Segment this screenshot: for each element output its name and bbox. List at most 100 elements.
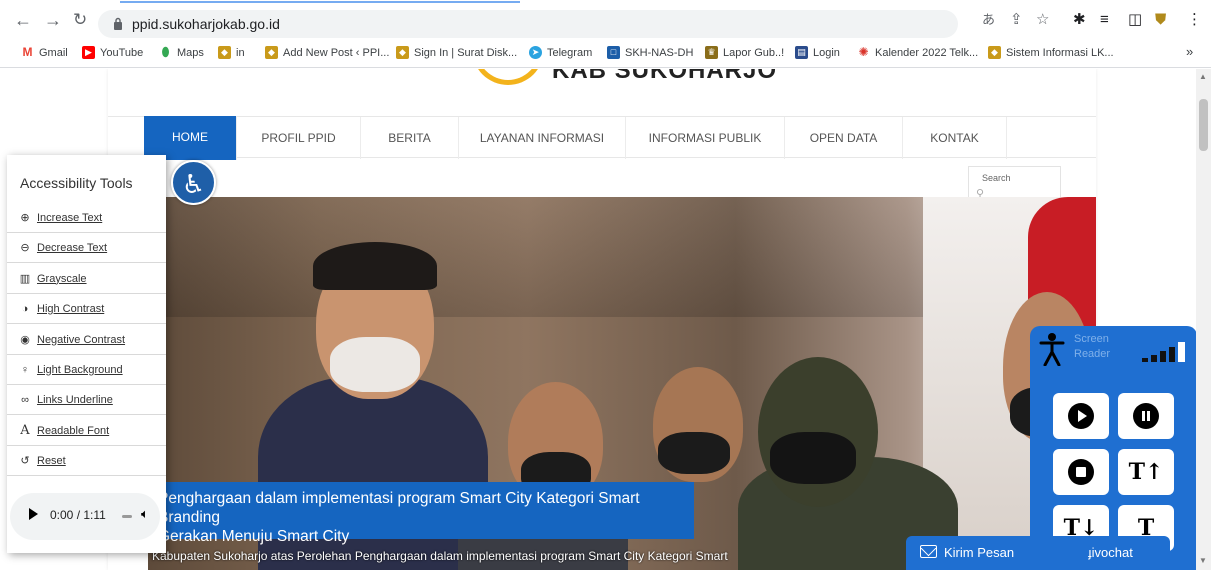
- gmail-icon: M: [21, 45, 34, 59]
- telegram-icon: ➤: [529, 46, 542, 59]
- bookmark-star-icon[interactable]: ☆: [1036, 12, 1049, 28]
- site-logo[interactable]: [472, 69, 544, 85]
- bookmark-telegram[interactable]: ➤ Telegram: [529, 46, 592, 59]
- hero-caption-line1: Penghargaan dalam implementasi program S…: [158, 490, 640, 526]
- bookmark-login[interactable]: ▤ Login: [795, 46, 840, 59]
- lapor-icon: ♛: [705, 46, 718, 59]
- a11y-reset[interactable]: ↺ Reset: [7, 446, 166, 476]
- scrollbar-thumb[interactable]: [1199, 99, 1208, 151]
- hero-caption-line2: Gerakan Menuju Smart City: [158, 528, 350, 545]
- forward-icon[interactable]: →: [44, 11, 62, 29]
- audio-time: 0:00 / 1:11: [50, 508, 106, 522]
- wheelchair-icon[interactable]: ♿︎: [171, 160, 216, 205]
- screen-reader-label: Screen Reader: [1074, 333, 1111, 360]
- menu-home[interactable]: HOME: [144, 116, 237, 160]
- hero-caption[interactable]: Penghargaan dalam implementasi program S…: [152, 482, 694, 545]
- profile-icon[interactable]: ⛊: [1155, 12, 1166, 28]
- scroll-down-icon[interactable]: ▼: [1199, 556, 1207, 565]
- extensions-icon[interactable]: ✱: [1073, 12, 1086, 28]
- share-icon[interactable]: ⇪: [1010, 12, 1023, 28]
- a11y-light-background[interactable]: ♀ Light Background: [7, 355, 166, 385]
- maps-icon: ⬮: [159, 46, 172, 59]
- bulb-icon: ♀: [20, 363, 30, 376]
- site-icon: ◆: [988, 46, 1001, 59]
- address-bar[interactable]: ppid.sukoharjokab.go.id: [98, 10, 958, 38]
- bookmark-youtube[interactable]: ▶ YouTube: [82, 46, 143, 59]
- accessibility-panel: Accessibility Tools ⊕ Increase Text ⊖ Decr…: [7, 155, 166, 553]
- page-viewport: KAB SUKOHARJO HOME PROFIL PPID BERITA LA…: [0, 69, 1196, 570]
- stop-icon: [1068, 459, 1094, 485]
- search-label: Search: [982, 173, 1011, 183]
- accessibility-title: Accessibility Tools: [20, 175, 133, 191]
- menu-berita[interactable]: BERITA: [361, 117, 459, 159]
- bookmark-sistem-informasi[interactable]: ◆ Sistem Informasi LK...: [988, 46, 1114, 59]
- sr-pause-button[interactable]: [1118, 393, 1174, 439]
- menu-profil-ppid[interactable]: PROFIL PPID: [237, 117, 361, 159]
- volume-icon[interactable]: 🔈︎: [141, 506, 149, 522]
- page-scrollbar[interactable]: ▲ ▼: [1196, 69, 1211, 570]
- bookmark-in[interactable]: ◆ in: [218, 46, 245, 59]
- back-icon[interactable]: ←: [14, 11, 32, 29]
- a11y-readable-font[interactable]: A Readable Font: [7, 416, 166, 446]
- sr-text-increase-button[interactable]: T↑: [1118, 449, 1174, 495]
- hero-subtitle: Kabupaten Sukoharjo atas Perolehan Pengh…: [152, 549, 728, 563]
- bookmark-kalender[interactable]: ✺ Kalender 2022 Telk...: [857, 46, 978, 59]
- menu-informasi-publik[interactable]: INFORMASI PUBLIK: [626, 117, 785, 159]
- bookmark-add-new-post[interactable]: ◆ Add New Post ‹ PPI...: [265, 46, 389, 59]
- menu-open-data[interactable]: OPEN DATA: [785, 117, 903, 159]
- tab-strip-edge: [120, 0, 520, 3]
- reset-icon: ↺: [20, 455, 30, 467]
- a11y-links-underline[interactable]: ∞ Links Underline: [7, 385, 166, 415]
- calendar-icon: ✺: [857, 45, 870, 59]
- bookmark-surat[interactable]: ◆ Sign In | Surat Disk...: [396, 46, 517, 59]
- a11y-high-contrast[interactable]: ◑ High Contrast: [7, 294, 166, 324]
- scroll-up-icon[interactable]: ▲: [1199, 72, 1207, 81]
- face-mask: [658, 432, 730, 474]
- main-menu: HOME PROFIL PPID BERITA LAYANAN INFORMAS…: [108, 116, 1096, 160]
- menu-icon[interactable]: ⋮: [1187, 12, 1202, 28]
- a11y-decrease-text[interactable]: ⊖ Decrease Text: [7, 233, 166, 263]
- grayscale-icon: ▥: [19, 273, 31, 285]
- browser-toolbar: ← → ↻ ppid.sukoharjokab.go.id あ ⇪ ☆ ✱ ≡ …: [0, 0, 1211, 40]
- site-icon: ◆: [396, 46, 409, 59]
- login-icon: ▤: [795, 46, 808, 59]
- sr-play-button[interactable]: [1053, 393, 1109, 439]
- youtube-icon: ▶: [82, 46, 95, 59]
- face-mask: [330, 337, 420, 392]
- accessibility-person-icon[interactable]: [1039, 332, 1065, 366]
- a11y-increase-text[interactable]: ⊕ Increase Text: [7, 203, 166, 233]
- envelope-icon: [920, 545, 937, 558]
- lock-icon: [114, 17, 122, 30]
- link-icon: ∞: [21, 393, 29, 406]
- screen-reader-widget: Screen Reader T↑ T↓ T: [1030, 326, 1197, 570]
- reload-icon[interactable]: ↻: [73, 11, 87, 29]
- site-logo-text: KAB SUKOHARJO: [552, 69, 778, 84]
- translate-icon[interactable]: あ: [982, 12, 995, 28]
- chat-bar[interactable]: Kirim Pesan ɟivochat: [906, 536, 1170, 570]
- bookmark-nas[interactable]: □ SKH-NAS-DH: [607, 46, 693, 59]
- eye-icon: ◉: [20, 334, 30, 346]
- zoom-in-icon: ⊕: [20, 212, 30, 224]
- chat-brand: ɟivochat: [1088, 545, 1133, 560]
- a11y-grayscale[interactable]: ▥ Grayscale: [7, 264, 166, 294]
- zoom-out-icon: ⊖: [20, 242, 30, 254]
- person-hair: [313, 242, 437, 290]
- bookmark-maps[interactable]: ⬮ Maps: [159, 46, 204, 59]
- bookmarks-overflow-button[interactable]: »: [1186, 44, 1193, 59]
- nas-icon: □: [607, 46, 620, 59]
- menu-layanan-informasi[interactable]: LAYANAN INFORMASI: [459, 117, 626, 159]
- audio-play-icon[interactable]: [29, 508, 38, 520]
- side-panel-icon[interactable]: ◫: [1128, 12, 1142, 28]
- site-icon: ◆: [218, 46, 231, 59]
- site-icon: ◆: [265, 46, 278, 59]
- reading-list-icon[interactable]: ≡: [1100, 12, 1109, 28]
- menu-kontak[interactable]: KONTAK: [903, 117, 1007, 159]
- bookmark-gmail[interactable]: M Gmail: [21, 46, 68, 59]
- site-container: KAB SUKOHARJO HOME PROFIL PPID BERITA LA…: [108, 69, 1096, 570]
- audio-progress[interactable]: [122, 515, 132, 518]
- sr-stop-button[interactable]: [1053, 449, 1109, 495]
- signal-strength-icon: [1142, 342, 1185, 362]
- contrast-icon: ◑: [21, 302, 29, 315]
- bookmark-lapor[interactable]: ♛ Lapor Gub..!: [705, 46, 784, 59]
- a11y-negative-contrast[interactable]: ◉ Negative Contrast: [7, 325, 166, 355]
